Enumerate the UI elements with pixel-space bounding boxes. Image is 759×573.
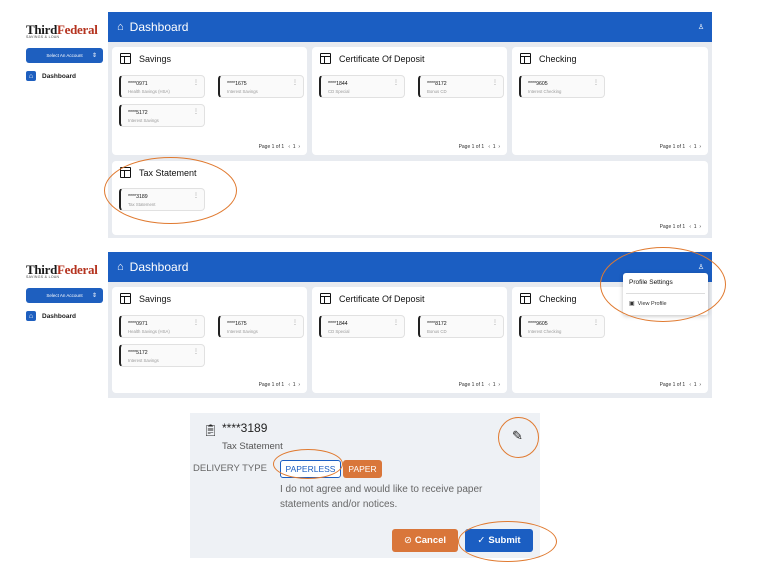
account-card[interactable]: ****1675 Interest Savings ⋮ [218,315,304,338]
more-icon[interactable]: ⋮ [193,348,199,355]
pagination: Page 1 of 1 ‹ 1 › [659,382,701,388]
table-icon [320,293,331,304]
chevron-updown-icon: ⇕ [91,53,97,59]
brand-tagline: SAVINGS & LOAN [26,35,60,39]
pagination: Page 1 of 1 ‹ 1 › [458,382,500,388]
table-icon [520,53,531,64]
panel-title: Savings [139,293,172,304]
page-title: Dashboard [129,260,189,274]
cancel-button[interactable]: ⊘ Cancel [392,529,458,552]
prev-page-button[interactable]: ‹ [689,382,691,388]
more-icon[interactable]: ⋮ [393,319,399,326]
prev-page-button[interactable]: ‹ [488,144,490,150]
more-icon[interactable]: ⋮ [393,79,399,86]
highlight-circle [458,521,557,562]
select-account-dropdown[interactable]: Select An Account ⇕ [26,48,103,63]
prev-page-button[interactable]: ‹ [689,224,691,230]
more-icon[interactable]: ⋮ [593,79,599,86]
panel-title: Certificate Of Deposit [339,53,425,64]
paper-option[interactable]: PAPER [343,460,382,478]
prev-page-button[interactable]: ‹ [288,144,290,150]
delivery-message: I do not agree and would like to receive… [280,484,483,510]
account-card[interactable]: ****0971 Health Savings (HSA) ⋮ [119,75,205,98]
home-icon: ⌂ [26,71,36,81]
prev-page-button[interactable]: ‹ [689,144,691,150]
savings-panel: Savings ****0971 Health Savings (HSA) ⋮ **… [112,47,307,155]
home-icon: ⌂ [117,21,124,33]
table-icon [120,53,131,64]
next-page-button[interactable]: › [298,144,300,150]
prev-page-button[interactable]: ‹ [288,382,290,388]
page-title: Dashboard [129,20,189,34]
checking-panel: Checking ****9605 Interest Checking ⋮ Page… [512,47,708,155]
next-page-button[interactable]: › [298,382,300,388]
panel-title: Checking [539,53,577,64]
account-number: ****3189 [222,421,268,435]
highlight-circle [273,449,343,479]
account-card[interactable]: ****1844 CD Special ⋮ [319,75,405,98]
sidebar-item-dashboard[interactable]: ⌂ Dashboard [26,311,76,321]
next-page-button[interactable]: › [699,224,701,230]
next-page-button[interactable]: › [498,382,500,388]
panel-title: Certificate Of Deposit [339,293,425,304]
account-card[interactable]: ****8172 Bonus CD ⋮ [418,75,504,98]
cd-panel: Certificate Of Deposit ****1844 CD Specia… [312,47,507,155]
account-type: Tax Statement [222,441,283,452]
cancel-icon: ⊘ [403,535,412,546]
account-card[interactable]: ****9605 Interest Checking ⋮ [519,75,605,98]
table-icon [120,293,131,304]
table-icon [520,293,531,304]
next-page-button[interactable]: › [699,382,701,388]
clipboard-icon: 📋︎ [203,423,219,437]
home-icon: ⌂ [117,261,124,273]
more-icon[interactable]: ⋮ [292,319,298,326]
pagination: Page 1 of 1 ‹ 1 › [659,224,701,230]
more-icon[interactable]: ⋮ [492,319,498,326]
account-card[interactable]: ****5172 Interest Savings ⋮ [119,104,205,127]
account-card[interactable]: ****8172 Bonus CD ⋮ [418,315,504,338]
chevron-updown-icon: ⇕ [91,293,97,299]
more-icon[interactable]: ⋮ [492,79,498,86]
more-icon[interactable]: ⋮ [593,319,599,326]
account-card[interactable]: ****1844 CD Special ⋮ [319,315,405,338]
sidebar-item-dashboard[interactable]: ⌂ Dashboard [26,71,76,81]
account-card[interactable]: ****5172 Interest Savings ⋮ [119,344,205,367]
more-icon[interactable]: ⋮ [193,319,199,326]
more-icon[interactable]: ⋮ [193,79,199,86]
highlight-circle [600,247,726,322]
top-bar: ⌂ Dashboard ♙ [108,12,712,42]
pagination: Page 1 of 1 ‹ 1 › [258,144,300,150]
home-icon: ⌂ [26,311,36,321]
more-icon[interactable]: ⋮ [193,108,199,115]
delivery-type-label: DELIVERY TYPE [193,463,267,474]
next-page-button[interactable]: › [699,144,701,150]
pagination: Page 1 of 1 ‹ 1 › [659,144,701,150]
user-icon[interactable]: ♙ [696,22,706,32]
pagination: Page 1 of 1 ‹ 1 › [258,382,300,388]
account-card[interactable]: ****1675 Interest Savings ⋮ [218,75,304,98]
select-account-dropdown[interactable]: Select An Account ⇕ [26,288,103,303]
brand-tagline: SAVINGS & LOAN [26,275,60,279]
panel-title: Checking [539,293,577,304]
more-icon[interactable]: ⋮ [292,79,298,86]
highlight-circle [104,157,237,224]
savings-panel: Savings ****0971 Health Savings (HSA) ⋮ **… [112,287,307,393]
cd-panel: Certificate Of Deposit ****1844 CD Specia… [312,287,507,393]
next-page-button[interactable]: › [498,144,500,150]
pagination: Page 1 of 1 ‹ 1 › [458,144,500,150]
prev-page-button[interactable]: ‹ [488,382,490,388]
panel-title: Savings [139,53,172,64]
account-card[interactable]: ****9605 Interest Checking ⋮ [519,315,605,338]
table-icon [320,53,331,64]
highlight-circle [498,417,539,458]
account-card[interactable]: ****0971 Health Savings (HSA) ⋮ [119,315,205,338]
